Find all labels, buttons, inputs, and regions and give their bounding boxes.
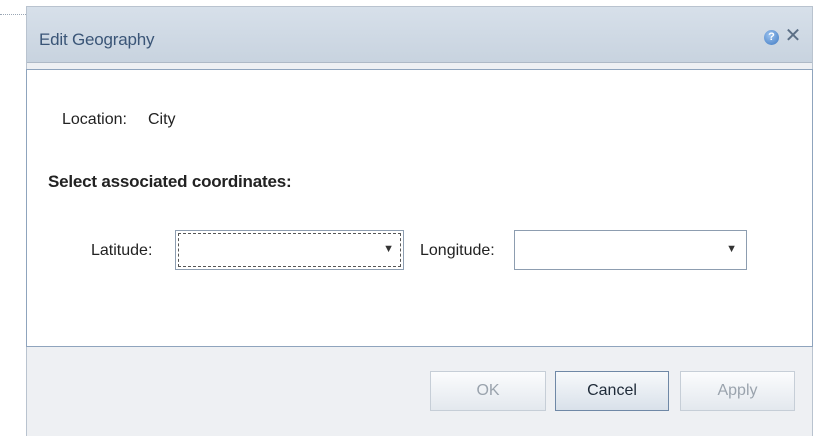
chevron-down-icon: ▼	[383, 243, 394, 255]
backdrop-dotted-line	[0, 14, 26, 15]
apply-button[interactable]: Apply	[680, 371, 795, 411]
latitude-label: Latitude:	[91, 242, 153, 259]
longitude-label: Longitude:	[420, 242, 495, 259]
close-icon[interactable]: ✕	[784, 26, 802, 46]
dialog-content: Location: City Select associated coordin…	[26, 69, 813, 347]
location-value: City	[148, 111, 176, 128]
location-label: Location:	[62, 111, 127, 128]
edit-geography-dialog: Edit Geography ? ✕ Location: City Select…	[26, 6, 813, 436]
ok-button[interactable]: OK	[430, 371, 546, 411]
help-icon[interactable]: ?	[764, 30, 779, 45]
dialog-footer: OK Cancel Apply	[27, 347, 812, 437]
longitude-dropdown[interactable]: ▼	[514, 230, 747, 270]
cancel-button[interactable]: Cancel	[555, 371, 669, 411]
coordinates-heading: Select associated coordinates:	[48, 172, 292, 191]
dialog-title: Edit Geography	[39, 30, 155, 49]
latitude-dropdown[interactable]: ▼	[175, 230, 404, 270]
chevron-down-icon: ▼	[726, 243, 737, 255]
dialog-titlebar[interactable]: Edit Geography ? ✕	[27, 7, 812, 63]
